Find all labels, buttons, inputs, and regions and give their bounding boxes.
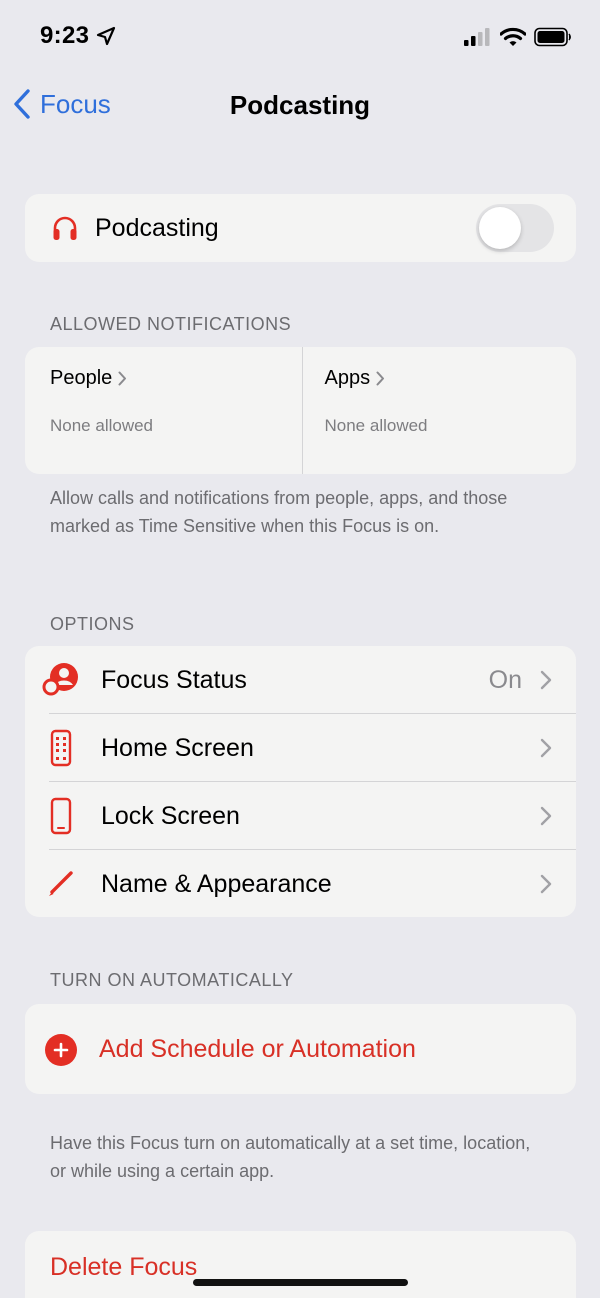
page-title: Podcasting <box>229 90 371 120</box>
turn-on-automatically-footnote: Have this Focus turn on automatically at… <box>50 1133 531 1181</box>
option-home-screen-label: Home Screen <box>101 733 254 762</box>
option-focus-status-value: On <box>488 665 522 694</box>
location-arrow-icon <box>96 26 116 46</box>
headphones-icon <box>53 216 77 240</box>
option-focus-status[interactable]: Focus Status On <box>25 646 576 714</box>
home-indicator[interactable] <box>193 1279 408 1286</box>
cellular-signal-icon <box>464 28 490 46</box>
option-name-appearance-label: Name & Appearance <box>101 869 332 898</box>
add-schedule-label: Add Schedule or Automation <box>99 1034 416 1063</box>
delete-focus-label: Delete Focus <box>50 1253 198 1281</box>
focus-toggle-switch[interactable] <box>476 204 554 252</box>
lock-screen-icon <box>41 796 81 836</box>
chevron-right-icon <box>540 670 552 690</box>
people-cell[interactable]: People None allowed <box>25 347 302 474</box>
delete-focus-button[interactable]: Delete Focus <box>25 1231 576 1298</box>
allowed-notifications-header: ALLOWED NOTIFICATIONS <box>50 314 292 334</box>
chevron-right-icon <box>118 371 127 386</box>
option-lock-screen-label: Lock Screen <box>101 801 240 830</box>
people-value: None allowed <box>50 416 154 435</box>
focus-status-icon <box>41 660 81 700</box>
options-card: Focus Status On Home Screen Lock Screen … <box>25 646 576 917</box>
battery-icon <box>534 27 571 47</box>
home-screen-icon <box>41 728 81 768</box>
focus-toggle-label: Podcasting <box>95 213 219 242</box>
add-schedule-button[interactable]: Add Schedule or Automation <box>25 1004 576 1094</box>
option-name-appearance[interactable]: Name & Appearance <box>25 850 576 918</box>
people-label: People <box>50 367 113 389</box>
status-time: 9:23 <box>40 22 90 49</box>
apps-label: Apps <box>324 367 371 389</box>
plus-circle-icon <box>45 1034 77 1066</box>
allowed-notifications-card: People None allowed Apps None allowed <box>25 347 576 474</box>
pencil-icon <box>41 864 81 904</box>
turn-on-automatically-header: TURN ON AUTOMATICALLY <box>50 970 294 990</box>
chevron-right-icon <box>540 874 552 894</box>
wifi-icon <box>500 27 526 46</box>
toggle-knob <box>479 207 521 249</box>
chevron-right-icon <box>540 806 552 826</box>
chevron-right-icon <box>376 371 385 386</box>
option-focus-status-label: Focus Status <box>101 665 247 694</box>
option-home-screen[interactable]: Home Screen <box>25 714 576 782</box>
option-lock-screen[interactable]: Lock Screen <box>25 782 576 850</box>
chevron-right-icon <box>540 738 552 758</box>
apps-cell[interactable]: Apps None allowed <box>301 347 577 474</box>
allowed-notifications-footnote: Allow calls and notifications from peopl… <box>50 488 508 536</box>
apps-value: None allowed <box>324 416 428 435</box>
focus-toggle-row: Podcasting <box>25 194 576 262</box>
options-header: OPTIONS <box>50 614 135 634</box>
